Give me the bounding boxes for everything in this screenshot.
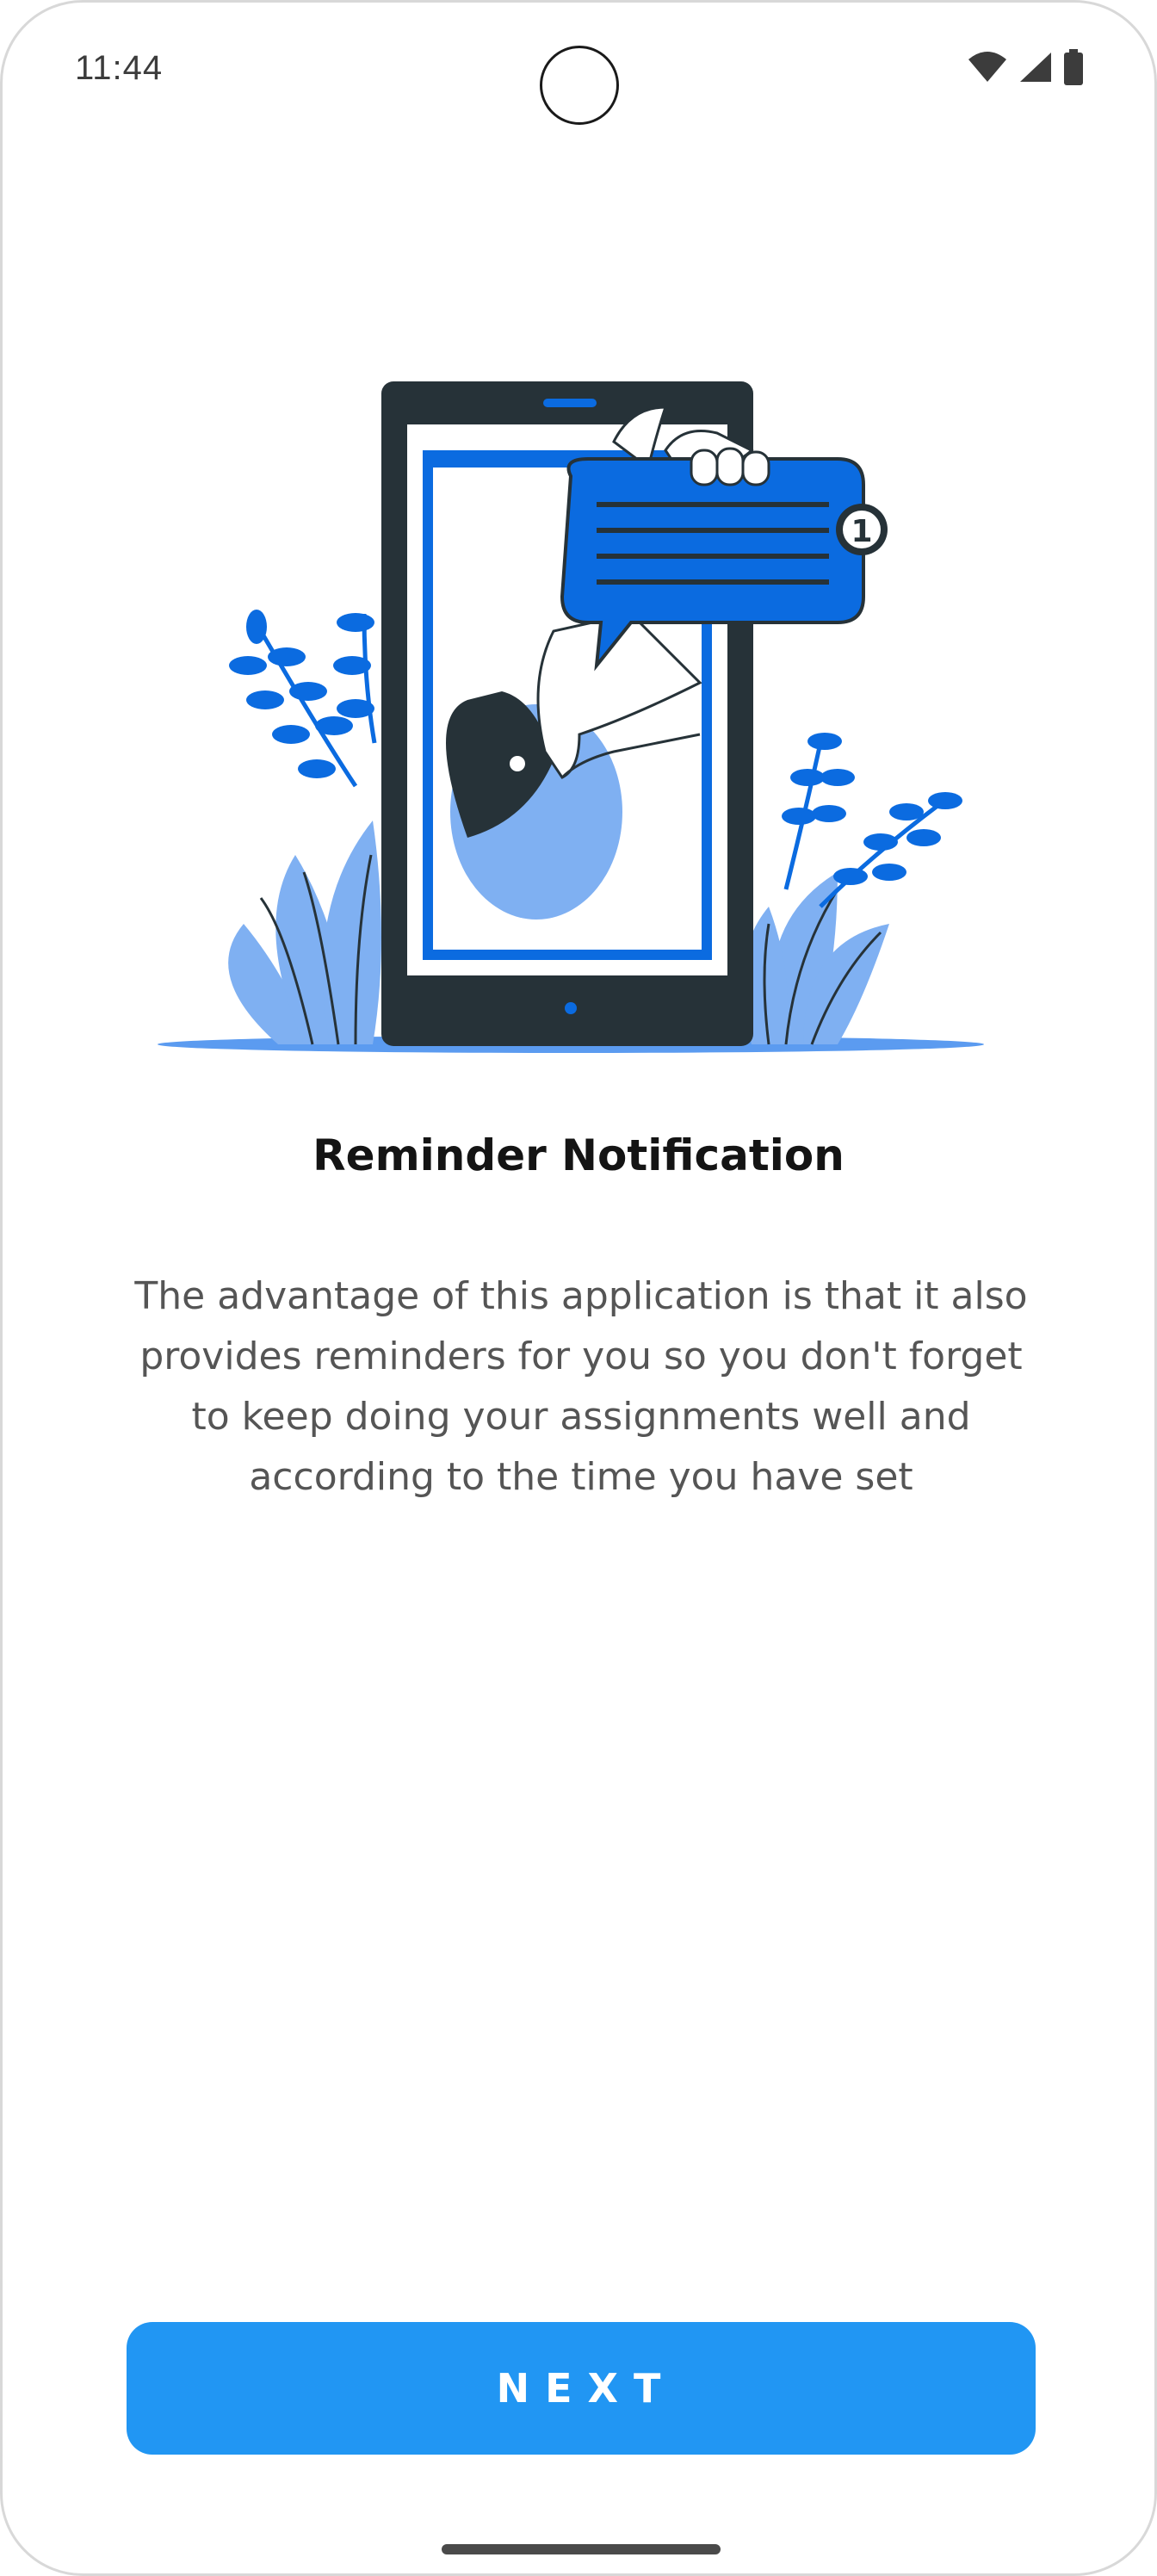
next-button[interactable]: NEXT	[127, 2322, 1036, 2455]
device-screen: 11:44 1 Reminder Notification The advant…	[0, 0, 1157, 2576]
front-camera	[540, 46, 619, 125]
status-icons	[967, 49, 1084, 85]
home-indicator[interactable]	[442, 2544, 721, 2554]
status-bar: 11:44	[3, 3, 1154, 140]
fingers-icon	[690, 447, 770, 486]
battery-icon	[1064, 49, 1083, 85]
right-plant-icon	[741, 733, 962, 1045]
left-plant-icon	[228, 610, 381, 1045]
status-time: 11:44	[75, 49, 164, 87]
phone-notification-illustration: 1	[158, 381, 984, 1053]
cell-signal-icon	[1020, 53, 1051, 82]
wifi-icon	[968, 52, 1006, 82]
page-description: The advantage of this application is tha…	[134, 1274, 1028, 1499]
page-title: Reminder Notification	[312, 1130, 845, 1180]
notification-badge-count: 1	[851, 514, 872, 549]
